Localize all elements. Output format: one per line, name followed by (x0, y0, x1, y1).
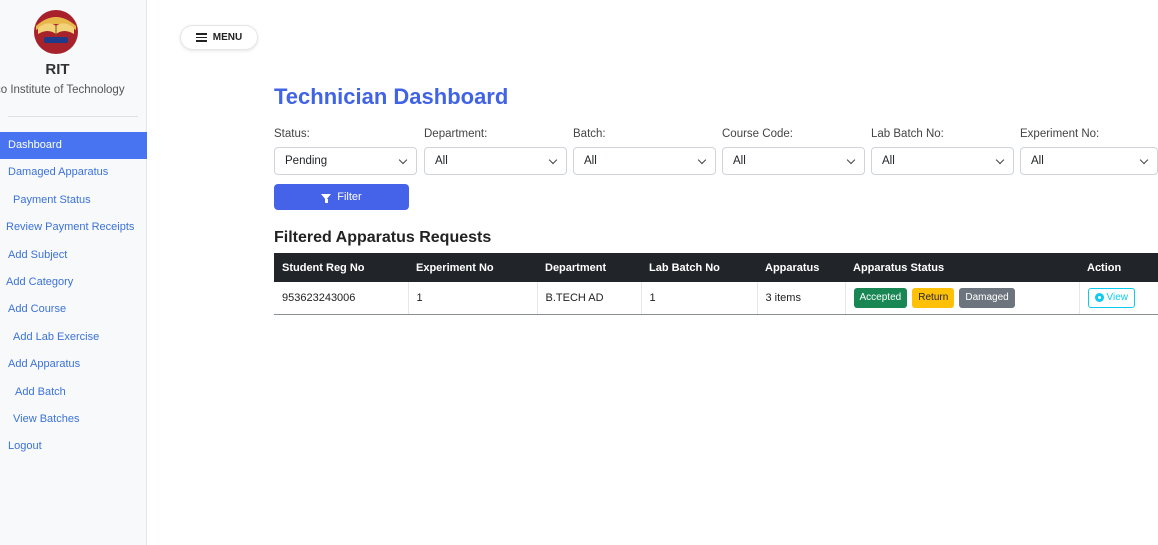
chevron-down-icon (398, 155, 408, 164)
brand-subtitle: co Institute of Technology (0, 84, 125, 96)
sidebar-item-add-course[interactable]: Add Course (0, 296, 147, 323)
view-button[interactable]: View (1087, 287, 1135, 308)
sidebar-item-add-category[interactable]: Add Category (0, 269, 147, 296)
view-button-label: View (1106, 292, 1129, 304)
department-select[interactable]: All (424, 147, 567, 175)
chevron-down-icon (995, 155, 1005, 164)
filter-label-status: Status: (274, 128, 310, 140)
sidebar-item-add-subject[interactable]: Add Subject (0, 242, 147, 269)
experiment-no-select[interactable]: All (1020, 147, 1158, 175)
sidebar: RIT co Institute of Technology Dashboard… (0, 0, 147, 545)
menu-button[interactable]: MENU (180, 25, 258, 50)
chevron-down-icon (697, 155, 707, 164)
sidebar-item-logout[interactable]: Logout (0, 433, 147, 460)
page-title: Technician Dashboard (274, 84, 509, 109)
lab-batch-no-select[interactable]: All (871, 147, 1014, 175)
hamburger-icon (195, 33, 207, 42)
sidebar-item-add-apparatus[interactable]: Add Apparatus (0, 351, 147, 378)
section-title: Filtered Apparatus Requests (274, 229, 492, 246)
brand-divider (8, 116, 138, 117)
apparatus-requests-table: Student Reg No Experiment No Department … (274, 253, 1158, 315)
damaged-button[interactable]: Damaged (959, 287, 1015, 308)
chevron-down-icon (846, 155, 856, 164)
cell-action: View (1079, 282, 1158, 315)
course-code-select-value: All (733, 155, 746, 167)
cell-student-reg-no: 953623243006 (274, 282, 409, 315)
sidebar-item-dashboard[interactable]: Dashboard (0, 132, 147, 160)
rit-logo (34, 10, 78, 54)
cell-apparatus-status: Accepted Return Damaged (845, 282, 1080, 315)
batch-select-value: All (584, 155, 597, 167)
chevron-down-icon (1139, 155, 1149, 164)
status-select[interactable]: Pending (274, 147, 417, 175)
table-header-row: Student Reg No Experiment No Department … (274, 253, 1158, 282)
eye-icon (1094, 293, 1104, 303)
sidebar-item-view-batches[interactable]: View Batches (0, 406, 147, 433)
column-header-lab-batch-no: Lab Batch No (641, 253, 757, 282)
status-select-value: Pending (285, 155, 328, 167)
batch-select[interactable]: All (573, 147, 716, 175)
experiment-no-select-value: All (1031, 155, 1044, 167)
menu-label: MENU (212, 32, 243, 43)
column-header-apparatus: Apparatus (757, 253, 845, 282)
return-button[interactable]: Return (912, 287, 955, 308)
cell-experiment-no: 1 (408, 282, 538, 315)
cell-lab-batch-no: 1 (641, 282, 758, 315)
filter-label-experiment-no: Experiment No: (1020, 128, 1100, 140)
course-code-select[interactable]: All (722, 147, 865, 175)
sidebar-item-payment-status[interactable]: Payment Status (0, 187, 147, 214)
cell-department: B.TECH AD (537, 282, 642, 315)
sidebar-item-damaged-apparatus[interactable]: Damaged Apparatus (0, 159, 147, 186)
cell-apparatus: 3 items (757, 282, 846, 315)
lab-batch-no-select-value: All (882, 155, 895, 167)
accepted-button[interactable]: Accepted (853, 287, 908, 308)
page: RIT co Institute of Technology Dashboard… (0, 0, 1158, 545)
column-header-experiment-no: Experiment No (408, 253, 537, 282)
brand-title: RIT (45, 61, 70, 78)
department-select-value: All (435, 155, 448, 167)
column-header-action: Action (1079, 253, 1158, 282)
sidebar-item-review-payment-receipts[interactable]: Review Payment Receipts (0, 214, 147, 241)
column-header-student-reg-no: Student Reg No (274, 253, 408, 282)
chevron-down-icon (548, 155, 558, 164)
sidebar-item-add-batch[interactable]: Add Batch (0, 379, 147, 406)
filter-icon (321, 194, 332, 203)
table-row: 953623243006 1 B.TECH AD 1 3 items Accep… (274, 282, 1158, 315)
column-header-department: Department (537, 253, 641, 282)
column-header-apparatus-status: Apparatus Status (845, 253, 1079, 282)
filter-label-batch: Batch: (573, 128, 606, 140)
filter-label-lab-batch-no: Lab Batch No: (871, 128, 944, 140)
sidebar-item-add-lab-exercise[interactable]: Add Lab Exercise (0, 324, 147, 351)
filter-label-course-code: Course Code: (722, 128, 793, 140)
sidebar-nav: Dashboard Damaged Apparatus Payment Stat… (0, 132, 147, 461)
filter-button[interactable]: Filter (274, 184, 409, 210)
filter-label-department: Department: (424, 128, 488, 140)
filter-button-label: Filter (337, 191, 362, 203)
